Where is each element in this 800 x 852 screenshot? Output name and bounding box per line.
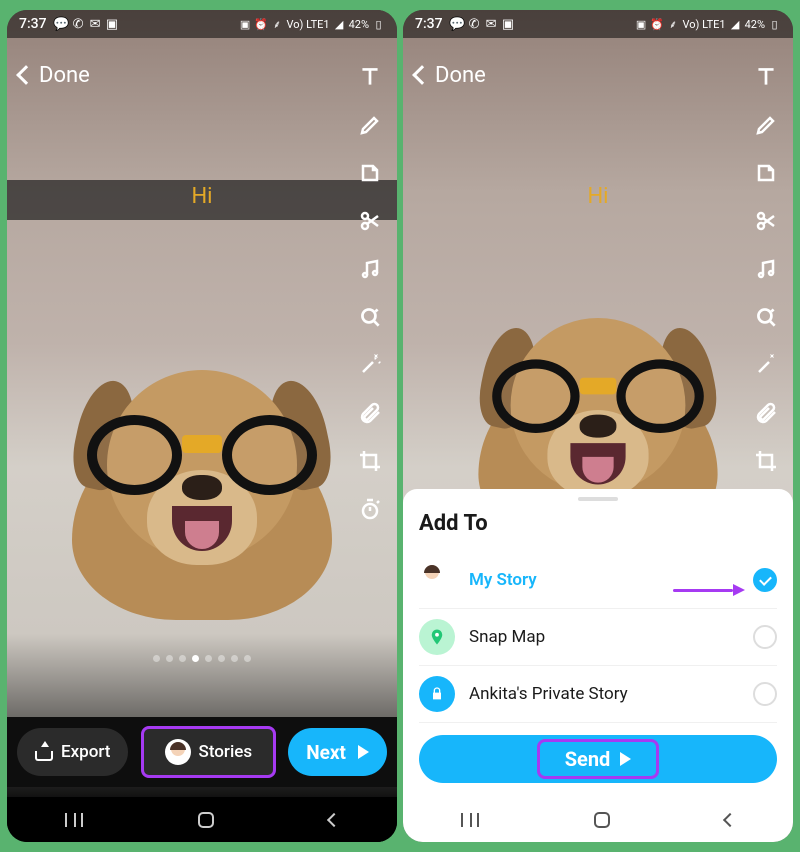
nav-back-icon[interactable] (327, 812, 341, 826)
nav-home-icon[interactable] (594, 812, 610, 828)
bitmoji-avatar-icon (419, 562, 455, 598)
signal-icon: ◢ (333, 18, 346, 31)
link-search-icon[interactable] (353, 300, 387, 334)
export-label: Export (61, 742, 110, 762)
next-button[interactable]: Next (288, 728, 387, 776)
status-bar: 7:37 💬 ✆ ✉ ▣ ▣ ⏰ ⸙ Vo) LTE1 ◢ 42% ▯ (403, 10, 793, 38)
nav-back-icon[interactable] (723, 812, 737, 826)
photo-subject-dog (62, 320, 342, 620)
magic-wand-icon[interactable] (749, 348, 783, 382)
status-time: 7:37 (415, 16, 443, 32)
magic-wand-icon[interactable] (353, 348, 387, 382)
arrow-right-icon (358, 745, 369, 759)
wifi-icon: ⸙ (271, 18, 284, 31)
export-button[interactable]: Export (17, 728, 128, 776)
next-label: Next (306, 741, 346, 764)
send-button[interactable]: Send (419, 735, 777, 783)
pencil-tool-icon[interactable] (353, 108, 387, 142)
map-pin-icon (419, 619, 455, 655)
sheet-row-snap-map[interactable]: Snap Map (419, 609, 777, 666)
radio-unchecked-icon[interactable] (753, 682, 777, 706)
text-tool-icon[interactable] (749, 60, 783, 94)
text-tool-icon[interactable] (353, 60, 387, 94)
glasses-filter (492, 359, 704, 437)
android-nav-bar (7, 797, 397, 842)
add-to-sheet: Add To My Story Snap Map Ankita's Privat… (403, 489, 793, 797)
edit-tools-rail (353, 60, 387, 526)
whatsapp-icon: ✆ (72, 18, 85, 31)
glasses-filter (87, 415, 317, 500)
bitmoji-avatar-icon (165, 739, 191, 765)
image-icon: ▣ (106, 18, 119, 31)
paperclip-icon[interactable] (749, 396, 783, 430)
nav-recent-icon[interactable] (65, 813, 83, 827)
battery-percent: 42% (745, 18, 765, 31)
crop-tool-icon[interactable] (353, 444, 387, 478)
mail-icon: ✉ (485, 18, 498, 31)
row-label: Ankita's Private Story (469, 684, 739, 704)
network-label: Vo) LTE1 (683, 18, 726, 31)
wifi-icon: ⸙ (667, 18, 680, 31)
sheet-grabber[interactable] (578, 497, 618, 501)
sheet-title: Add To (419, 511, 777, 536)
music-tool-icon[interactable] (749, 252, 783, 286)
nfc-icon: ▣ (635, 18, 648, 31)
done-button[interactable]: Done (19, 63, 90, 88)
battery-percent: 42% (349, 18, 369, 31)
battery-icon: ▯ (768, 18, 781, 31)
mail-icon: ✉ (89, 18, 102, 31)
chevron-left-icon (16, 65, 36, 85)
checkmark-icon[interactable] (753, 568, 777, 592)
alarm-icon: ⏰ (651, 18, 664, 31)
lens-carousel-dots[interactable] (153, 655, 251, 662)
send-label: Send (565, 747, 611, 771)
caption-overlay[interactable]: Hi (403, 184, 793, 209)
android-nav-bar (403, 797, 793, 842)
done-button[interactable]: Done (415, 63, 486, 88)
timer-tool-icon[interactable] (353, 492, 387, 526)
sticker-tool-icon[interactable] (749, 156, 783, 190)
paperclip-icon[interactable] (353, 396, 387, 430)
scissors-tool-icon[interactable] (749, 204, 783, 238)
annotation-arrow (673, 581, 753, 601)
nav-home-icon[interactable] (198, 812, 214, 828)
chat-icon: 💬 (55, 18, 68, 31)
export-icon (35, 743, 53, 761)
phone-screenshot-addto-sheet: Hi 7:37 💬 ✆ ✉ ▣ ▣ ⏰ ⸙ Vo) LTE1 ◢ 42% ▯ (403, 10, 793, 842)
music-tool-icon[interactable] (353, 252, 387, 286)
caption-overlay[interactable]: Hi (7, 184, 397, 209)
battery-icon: ▯ (372, 18, 385, 31)
edit-tools-rail (749, 60, 783, 526)
whatsapp-icon: ✆ (468, 18, 481, 31)
scissors-tool-icon[interactable] (353, 204, 387, 238)
nfc-icon: ▣ (239, 18, 252, 31)
sticker-tool-icon[interactable] (353, 156, 387, 190)
bottom-action-row: Export Stories Next (7, 717, 397, 787)
stories-button[interactable]: Stories (143, 728, 275, 776)
alarm-icon: ⏰ (255, 18, 268, 31)
phone-screenshot-preview: Hi 7:37 💬 ✆ ✉ ▣ ▣ ⏰ ⸙ Vo) LTE1 ◢ 42% ▯ (7, 10, 397, 842)
lock-icon (419, 676, 455, 712)
link-search-icon[interactable] (749, 300, 783, 334)
stories-label: Stories (199, 742, 253, 762)
arrow-right-icon (620, 752, 631, 766)
network-label: Vo) LTE1 (287, 18, 330, 31)
chevron-left-icon (412, 65, 432, 85)
sheet-row-private-story[interactable]: Ankita's Private Story (419, 666, 777, 723)
pencil-tool-icon[interactable] (749, 108, 783, 142)
nav-recent-icon[interactable] (461, 813, 479, 827)
status-bar: 7:37 💬 ✆ ✉ ▣ ▣ ⏰ ⸙ Vo) LTE1 ◢ 42% ▯ (7, 10, 397, 38)
status-time: 7:37 (19, 16, 47, 32)
image-icon: ▣ (502, 18, 515, 31)
signal-icon: ◢ (729, 18, 742, 31)
row-label: Snap Map (469, 627, 739, 647)
done-label: Done (435, 63, 486, 88)
done-label: Done (39, 63, 90, 88)
chat-icon: 💬 (451, 18, 464, 31)
radio-unchecked-icon[interactable] (753, 625, 777, 649)
crop-tool-icon[interactable] (749, 444, 783, 478)
